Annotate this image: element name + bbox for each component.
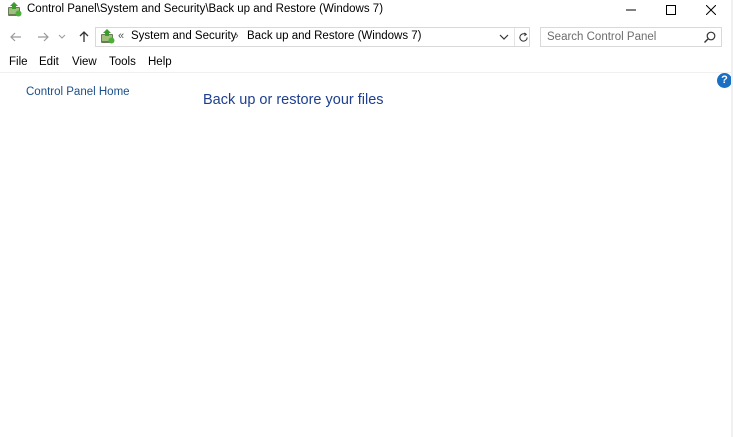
close-button[interactable] (691, 0, 731, 20)
arrow-left-icon (10, 32, 21, 42)
up-button[interactable] (75, 28, 93, 46)
help-icon[interactable]: ? (717, 73, 732, 88)
back-button[interactable] (7, 28, 25, 46)
breadcrumb-system-and-security[interactable]: System and Security (131, 30, 236, 42)
menu-edit[interactable]: Edit (39, 56, 59, 68)
navigation-bar: « System and Security › Back up and Rest… (0, 24, 733, 51)
page-title: Back up or restore your files (203, 92, 384, 108)
maximize-button[interactable] (651, 0, 691, 20)
menu-help[interactable]: Help (148, 56, 172, 68)
backup-restore-icon (8, 2, 22, 17)
menu-tools[interactable]: Tools (109, 56, 136, 68)
breadcrumb-overflow-chevron[interactable]: « (118, 30, 124, 42)
backup-restore-icon (101, 29, 115, 44)
chevron-down-icon (58, 34, 66, 39)
arrow-right-icon (38, 32, 49, 42)
arrow-up-icon (79, 31, 89, 42)
address-bar[interactable]: « System and Security › Back up and Rest… (95, 27, 530, 47)
search-box[interactable] (540, 27, 722, 47)
search-icon[interactable] (703, 30, 717, 44)
refresh-icon (518, 32, 528, 42)
minimize-button[interactable] (611, 0, 651, 20)
menu-view[interactable]: View (72, 56, 97, 68)
control-panel-window: Control Panel\System and Security\Back u… (0, 0, 733, 437)
window-title: Control Panel\System and Security\Back u… (27, 3, 384, 15)
menu-bar: File Edit View Tools Help (0, 55, 733, 73)
maximize-icon (666, 5, 676, 15)
close-icon (706, 5, 716, 15)
refresh-button[interactable] (514, 28, 531, 46)
address-dropdown-icon[interactable] (498, 31, 510, 43)
minimize-icon (626, 9, 636, 11)
breadcrumb-backup-and-restore[interactable]: Back up and Restore (Windows 7) (247, 30, 422, 42)
recent-locations-button[interactable] (57, 28, 67, 46)
search-input[interactable] (547, 30, 697, 44)
forward-button[interactable] (34, 28, 52, 46)
control-panel-home-link[interactable]: Control Panel Home (26, 86, 130, 98)
title-bar: Control Panel\System and Security\Back u… (0, 0, 733, 20)
breadcrumb-separator[interactable]: › (235, 30, 239, 42)
menu-file[interactable]: File (9, 56, 28, 68)
